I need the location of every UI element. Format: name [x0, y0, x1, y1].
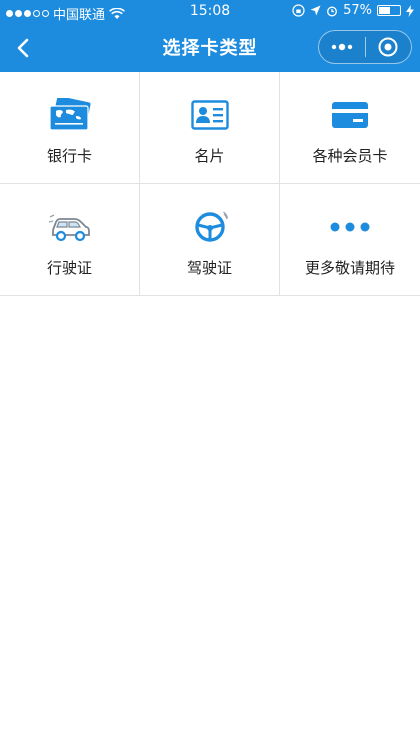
- navigation-bar: 选择卡类型: [0, 24, 420, 72]
- card-type-label: 更多敬请期待: [304, 259, 395, 277]
- more-menu-button[interactable]: [319, 31, 365, 63]
- close-mini-program-button[interactable]: [365, 31, 411, 63]
- steering-wheel-icon: [194, 211, 228, 242]
- card-type-label: 名片: [194, 147, 225, 165]
- card-type-label: 行驶证: [46, 259, 92, 277]
- card-type-business-card[interactable]: 名片: [140, 72, 280, 184]
- card-type-vehicle-license[interactable]: 行驶证: [0, 184, 140, 296]
- orientation-lock-icon: [292, 4, 305, 17]
- card-type-label: 各种会员卡: [312, 147, 388, 165]
- battery-percent: 57%: [343, 3, 372, 18]
- alarm-icon: [327, 6, 338, 16]
- card-type-grid: 银行卡 名片 各种会员卡 行驶证 驾驶证 更多敬请期待: [0, 72, 420, 296]
- card-type-label: 驾驶证: [186, 259, 232, 277]
- more-dots-icon: [331, 43, 352, 51]
- location-icon: [310, 5, 321, 16]
- charging-icon: [406, 4, 414, 17]
- card-type-label: 银行卡: [46, 147, 92, 165]
- card-type-membership-card[interactable]: 各种会员卡: [280, 72, 420, 184]
- card-type-more-coming[interactable]: 更多敬请期待: [280, 184, 420, 296]
- car-icon: [48, 214, 90, 242]
- status-bar: 中国联通 15:08 57%: [0, 0, 420, 24]
- app-header: 中国联通 15:08 57% 选择卡类型: [0, 0, 420, 72]
- mini-program-capsule: [318, 30, 412, 64]
- battery-level-fill: [379, 7, 390, 14]
- bank-card-icon: [48, 98, 91, 131]
- membership-card-icon: [332, 102, 368, 128]
- card-type-bank-card[interactable]: 银行卡: [0, 72, 140, 184]
- more-dots-icon: [330, 222, 370, 232]
- business-card-icon: [190, 100, 229, 130]
- target-circle-icon: [378, 37, 398, 57]
- battery-icon: [377, 5, 401, 16]
- card-type-driver-license[interactable]: 驾驶证: [140, 184, 280, 296]
